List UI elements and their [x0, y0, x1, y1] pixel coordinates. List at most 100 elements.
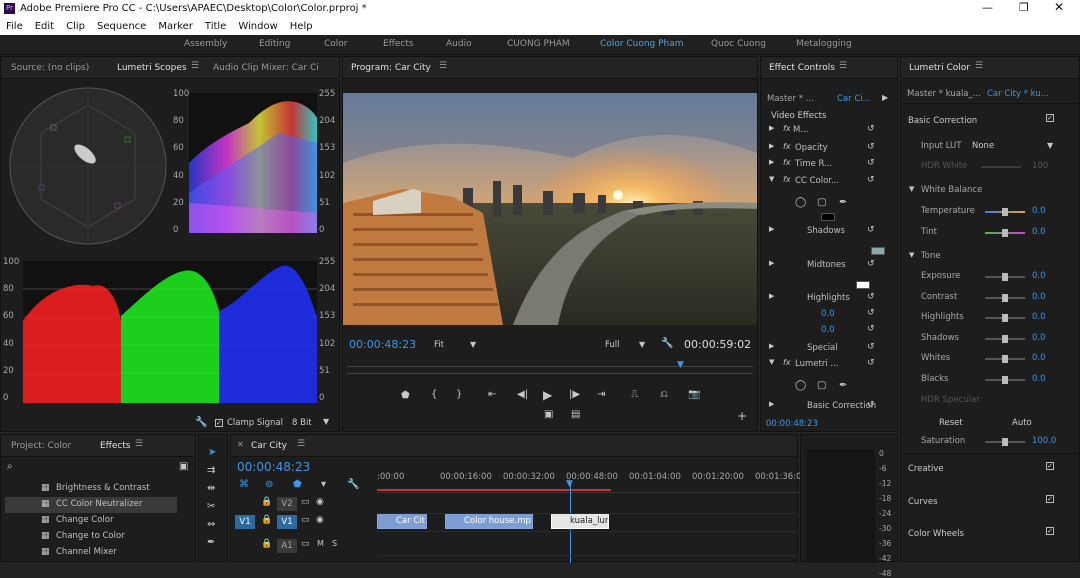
ec-row-time-r[interactable]: Time R...: [795, 159, 832, 169]
new-bin-icon[interactable]: ▣: [179, 461, 188, 472]
ec-row-m[interactable]: M...: [793, 125, 808, 135]
slider-knob[interactable]: [1002, 355, 1008, 363]
panel-menu-icon[interactable]: ☰: [439, 61, 447, 71]
basic-correction-checkbox[interactable]: ✓: [1046, 114, 1054, 122]
reset-parameter-icon[interactable]: ↺: [867, 175, 875, 185]
razor-tool-icon[interactable]: ✂: [207, 501, 215, 512]
chevron-right-icon[interactable]: ▼: [769, 175, 774, 183]
chevron-right-icon[interactable]: ▶: [769, 342, 774, 350]
tone-shadows-slider[interactable]: [985, 334, 1025, 343]
curves-checkbox[interactable]: ✓: [1046, 495, 1054, 503]
panel-menu-icon[interactable]: ☰: [135, 439, 143, 449]
workspace-cuong-pham[interactable]: CUONG PHAM: [507, 39, 570, 49]
effect-item-change-color[interactable]: ▦ Change Color: [5, 513, 177, 529]
panel-menu-icon[interactable]: ☰: [975, 61, 983, 71]
wrench-icon[interactable]: 🔧: [347, 479, 359, 490]
tone-whites-slider[interactable]: [985, 355, 1025, 363]
comparison-view-icon[interactable]: ▤: [571, 409, 580, 420]
ellipse-mask-icon[interactable]: ◯: [795, 197, 806, 208]
reset-parameter-icon[interactable]: ↺: [867, 292, 875, 302]
lift-icon[interactable]: ⎍: [631, 389, 638, 400]
playhead-icon[interactable]: ▼: [566, 479, 573, 489]
timeline-timecode[interactable]: 00:00:48:23: [237, 460, 310, 474]
lock-icon[interactable]: 🔒: [261, 515, 272, 525]
tone-blacks-value[interactable]: 0.0: [1032, 374, 1046, 384]
reset-parameter-icon[interactable]: ↺: [867, 308, 875, 318]
reset-parameter-icon[interactable]: ↺: [867, 358, 875, 368]
pen-tool-icon[interactable]: ✒: [207, 537, 215, 548]
reset-parameter-icon[interactable]: ↺: [867, 158, 875, 168]
track-target-v2[interactable]: V2: [277, 497, 297, 511]
tone-highlights-value[interactable]: 0.0: [1032, 312, 1046, 322]
mark-out-icon[interactable]: }: [456, 389, 462, 400]
chevron-right-icon[interactable]: ▶: [769, 124, 774, 132]
effect-item-brightness-contrast[interactable]: ▦ Brightness & Contrast: [5, 481, 177, 497]
effect-item-channel-mixer[interactable]: ▦ Channel Mixer: [5, 545, 177, 561]
ec-row-lumetri[interactable]: Lumetri ...: [795, 359, 838, 369]
ec-row-basic-correction[interactable]: Basic Correction: [807, 401, 876, 411]
lock-icon[interactable]: 🔒: [261, 539, 272, 549]
pen-mask-icon[interactable]: ✒: [839, 380, 847, 391]
panel-menu-icon[interactable]: ☰: [297, 439, 305, 449]
tone-contrast-value[interactable]: 0.0: [1032, 292, 1046, 302]
clip-car-city[interactable]: Car Cit: [377, 513, 427, 529]
reset-parameter-icon[interactable]: ↺: [867, 124, 875, 134]
tint-slider[interactable]: [985, 229, 1025, 237]
workspace-color[interactable]: Color: [324, 39, 348, 49]
color-swatch[interactable]: [856, 281, 870, 289]
rectangle-mask-icon[interactable]: ▢: [817, 380, 826, 391]
ec-row-cc-color[interactable]: CC Color...: [795, 176, 839, 186]
solo-icon[interactable]: S: [332, 539, 337, 548]
camera-icon[interactable]: 📷: [688, 389, 700, 400]
play-icon[interactable]: ▶: [543, 388, 552, 402]
marker-icon[interactable]: ▾: [321, 479, 326, 490]
workspace-quoc-cuong[interactable]: Quoc Cuong: [711, 39, 766, 49]
input-lut-select[interactable]: None: [972, 141, 994, 151]
workspace-audio[interactable]: Audio: [446, 39, 472, 49]
ec-row-shadows[interactable]: Shadows: [807, 226, 845, 236]
step-back-icon[interactable]: ◀|: [517, 389, 528, 400]
marker-icon[interactable]: ⬟: [401, 390, 410, 401]
workspace-effects[interactable]: Effects: [383, 39, 414, 49]
safe-margins-icon[interactable]: ▣: [544, 409, 553, 420]
menu-title[interactable]: Title: [205, 21, 226, 32]
tab-project[interactable]: Project: Color: [11, 441, 71, 451]
fx-icon[interactable]: fx: [783, 124, 791, 133]
tone-header[interactable]: Tone: [921, 251, 941, 261]
eye-icon[interactable]: ◉: [316, 515, 324, 525]
minimize-button[interactable]: —: [982, 1, 993, 14]
saturation-value[interactable]: 100.0: [1032, 436, 1056, 446]
reset-parameter-icon[interactable]: ↺: [867, 400, 875, 410]
ripple-edit-tool-icon[interactable]: ⇹: [207, 483, 215, 494]
search-icon[interactable]: ⌕: [7, 461, 13, 472]
slider-knob[interactable]: [1002, 375, 1008, 384]
pen-mask-icon[interactable]: ✒: [839, 197, 847, 208]
lock-icon[interactable]: 🔒: [261, 497, 272, 507]
tone-shadows-value[interactable]: 0.0: [1032, 333, 1046, 343]
workspace-editing[interactable]: Editing: [259, 39, 290, 49]
track-select-tool-icon[interactable]: ⇉: [207, 465, 215, 476]
effect-item-change-to-color[interactable]: ▦ Change to Color: [5, 529, 177, 545]
maximize-button[interactable]: ❐: [1019, 1, 1029, 14]
menu-file[interactable]: File: [6, 21, 23, 32]
clip-kuala-lumpur[interactable]: kuala_lur: [551, 513, 609, 529]
tint-knob[interactable]: [1002, 229, 1008, 237]
chevron-right-icon[interactable]: ▶: [769, 292, 774, 300]
fx-icon[interactable]: fx: [783, 175, 791, 184]
reset-parameter-icon[interactable]: ↺: [867, 342, 875, 352]
step-forward-icon[interactable]: |▶: [569, 389, 580, 400]
chevron-right-icon[interactable]: ▶: [769, 400, 774, 408]
tab-effect-controls[interactable]: Effect Controls: [769, 63, 835, 73]
tab-effects[interactable]: Effects: [100, 441, 131, 451]
slip-tool-icon[interactable]: ⇔: [207, 519, 215, 530]
panel-menu-icon[interactable]: ☰: [839, 61, 847, 71]
wrench-icon[interactable]: 🔧: [661, 338, 673, 349]
temperature-knob[interactable]: [1002, 208, 1008, 216]
reset-button[interactable]: Reset: [939, 418, 963, 428]
chevron-down-icon[interactable]: ▼: [909, 251, 914, 259]
ec-row-midtones[interactable]: Midtones: [807, 260, 846, 270]
snap-icon[interactable]: ⌘: [239, 479, 249, 490]
slider-knob[interactable]: [1002, 293, 1008, 302]
auto-button[interactable]: Auto: [1012, 418, 1032, 428]
tab-sequence[interactable]: Car City: [251, 441, 287, 451]
